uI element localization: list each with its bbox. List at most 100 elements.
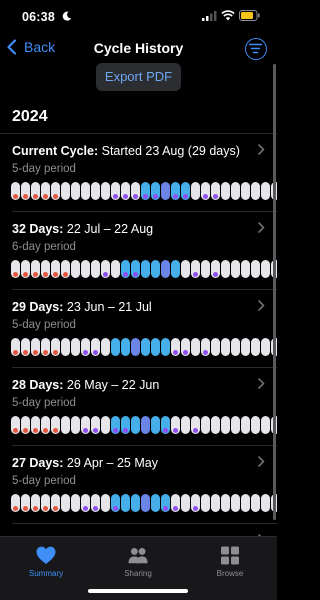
symptom-dot — [152, 193, 158, 199]
cycle-day — [141, 416, 150, 434]
cycle-day — [51, 416, 60, 434]
symptom-dot — [172, 505, 178, 511]
cycle-day — [231, 338, 240, 356]
tab-sharing[interactable]: Sharing — [103, 546, 173, 578]
cycle-day — [181, 338, 190, 356]
cycle-day — [221, 260, 230, 278]
cycle-title: 27 Days: 29 Apr – 25 May — [12, 456, 158, 470]
symptom-dot — [92, 505, 98, 511]
cycle-day — [211, 338, 220, 356]
cycle-day — [241, 494, 250, 512]
symptom-dot — [212, 271, 218, 277]
cycle-day — [201, 182, 210, 200]
cycle-day-track — [11, 182, 277, 200]
cycle-title: Current Cycle: Started 23 Aug (29 days) — [12, 144, 240, 158]
cycle-day — [231, 494, 240, 512]
cycle-day — [121, 260, 130, 278]
cycle-day — [81, 416, 90, 434]
cycle-day — [171, 182, 180, 200]
cycle-day — [41, 260, 50, 278]
tab-summary[interactable]: Summary — [11, 546, 81, 578]
cycle-date-range: 29 Apr – 25 May — [63, 456, 158, 470]
cycle-day — [31, 338, 40, 356]
cycle-day — [161, 260, 170, 278]
chevron-right-icon — [258, 300, 265, 311]
cycle-day — [211, 494, 220, 512]
cycle-day — [141, 494, 150, 512]
tab-label: Summary — [28, 569, 64, 578]
cycle-day — [171, 338, 180, 356]
symptom-dot — [82, 349, 88, 355]
cycle-row[interactable]: 32 Days: 22 Jul – 22 Aug 6-day period — [0, 212, 277, 290]
period-dot — [52, 427, 58, 433]
cycle-day — [141, 260, 150, 278]
cycle-day — [171, 494, 180, 512]
chevron-right-icon — [258, 378, 265, 389]
symptom-dot — [122, 193, 128, 199]
cycle-day — [51, 182, 60, 200]
period-dot — [22, 193, 28, 199]
cycle-length-label: 32 Days: — [12, 222, 64, 236]
period-dot — [12, 349, 18, 355]
cycle-day — [191, 182, 200, 200]
filter-button[interactable] — [245, 38, 267, 60]
cycle-day — [201, 338, 210, 356]
tab-browse[interactable]: Browse — [195, 546, 265, 578]
cycle-day — [71, 182, 80, 200]
cycle-day — [151, 416, 160, 434]
cycle-day — [191, 416, 200, 434]
symptom-dot — [202, 193, 208, 199]
home-indicator — [88, 589, 188, 593]
cycle-day — [261, 416, 270, 434]
cycle-day — [141, 338, 150, 356]
cycle-date-range: 26 May – 22 Jun — [63, 378, 160, 392]
cycle-row[interactable]: 27 Days: 29 Apr – 25 May 5-day period — [0, 446, 277, 524]
symptom-dot — [82, 427, 88, 433]
cycle-day-track — [11, 494, 277, 512]
cycle-row[interactable]: Current Cycle: Started 23 Aug (29 days) 5… — [0, 134, 277, 212]
period-dot — [52, 505, 58, 511]
cycle-day — [11, 260, 20, 278]
cycle-day — [161, 416, 170, 434]
symptom-dot — [162, 427, 168, 433]
export-pdf-button[interactable]: Export PDF — [96, 63, 181, 91]
cycle-day — [41, 182, 50, 200]
period-dot — [12, 193, 18, 199]
cycle-date-range: 23 Jun – 21 Jul — [63, 300, 152, 314]
cycle-day — [91, 260, 100, 278]
period-dot — [32, 193, 38, 199]
symptom-dot — [142, 193, 148, 199]
scrollbar[interactable] — [273, 64, 276, 520]
cycle-day — [181, 494, 190, 512]
cycle-title: 32 Days: 22 Jul – 22 Aug — [12, 222, 153, 236]
cycle-length-label: 28 Days: — [12, 378, 64, 392]
period-dot — [52, 349, 58, 355]
cycle-day — [171, 260, 180, 278]
cycle-day — [211, 260, 220, 278]
period-dot — [32, 349, 38, 355]
filter-icon — [249, 43, 262, 54]
period-dot — [52, 193, 58, 199]
cycle-day — [11, 416, 20, 434]
cycle-day — [71, 416, 80, 434]
period-dot — [32, 427, 38, 433]
cycle-day — [261, 260, 270, 278]
cycle-day — [11, 182, 20, 200]
period-dot — [12, 505, 18, 511]
period-dot — [32, 271, 38, 277]
cycle-length-label: 27 Days: — [12, 456, 64, 470]
chevron-left-icon — [7, 39, 17, 55]
chevron-right-icon — [258, 144, 265, 155]
cycle-row[interactable]: 28 Days: 26 May – 22 Jun 5-day period — [0, 368, 277, 446]
period-length-label: 6-day period — [12, 241, 76, 253]
cycle-day — [131, 182, 140, 200]
back-button[interactable]: Back — [6, 39, 55, 55]
cycle-day — [91, 182, 100, 200]
cycle-day — [81, 494, 90, 512]
cycle-row[interactable]: 29 Days: 23 Jun – 21 Jul 5-day period — [0, 290, 277, 368]
symptom-dot — [112, 427, 118, 433]
cycle-day — [211, 182, 220, 200]
period-dot — [42, 427, 48, 433]
cycle-day — [171, 416, 180, 434]
cycle-day-track — [11, 416, 277, 434]
